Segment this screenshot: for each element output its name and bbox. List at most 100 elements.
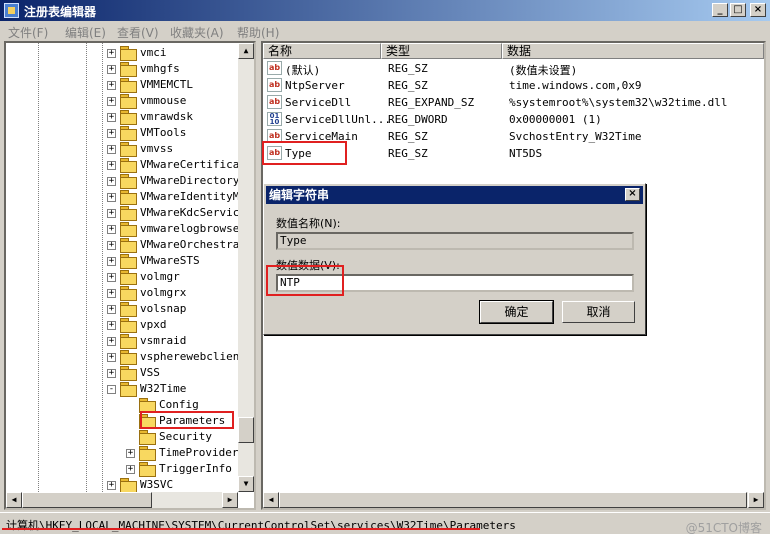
registry-tree[interactable]: + vmci + vmhgfs + VMMEMCTL + vmmouse + vmrawdsk + V… xyxy=(4,41,256,510)
scroll-up-arrow-icon[interactable]: ▲ xyxy=(238,43,254,59)
folder-icon xyxy=(120,142,137,157)
edit-string-dialog: 编辑字符串 × 数值名称(N): Type 数值数据(V): NTP 确定 取消 xyxy=(263,183,646,335)
expand-icon[interactable]: + xyxy=(126,465,135,474)
scroll-thumb[interactable] xyxy=(238,417,254,443)
expand-icon[interactable]: + xyxy=(107,241,116,250)
value-name-field: Type xyxy=(276,232,634,250)
expand-icon[interactable]: + xyxy=(107,129,116,138)
list-row[interactable]: 01 10 ServiceDllUnl... REG_DWORD 0x00000001… xyxy=(263,111,763,128)
folder-icon xyxy=(120,222,137,237)
tree-item-label: vpxd xyxy=(140,318,167,331)
column-header-data[interactable]: 数据 xyxy=(502,43,764,59)
tree-item-label: VSS xyxy=(140,366,160,379)
highlight-path-underline xyxy=(2,528,480,530)
cell-name: ServiceDllUnl... xyxy=(285,113,391,126)
expand-icon[interactable]: + xyxy=(107,81,116,90)
tree-item-label: W32Time xyxy=(140,382,187,395)
scroll-left-arrow-icon[interactable]: ◀ xyxy=(263,492,279,508)
folder-icon xyxy=(120,110,137,125)
minimize-button[interactable]: _ xyxy=(712,3,728,17)
expand-icon[interactable]: + xyxy=(107,177,116,186)
cell-type: REG_SZ xyxy=(388,130,428,143)
tree-item-label: vmwarelogbrowser xyxy=(140,222,246,235)
tree-item-label: VMwareDirectoryS xyxy=(140,174,246,187)
expand-icon[interactable]: + xyxy=(107,257,116,266)
column-header-type[interactable]: 类型 xyxy=(381,43,502,59)
ok-button[interactable]: 确定 xyxy=(479,300,554,324)
expand-icon[interactable]: + xyxy=(107,305,116,314)
tree-item-label: vmvss xyxy=(140,142,174,155)
folder-icon xyxy=(120,254,137,269)
tree-item-label: vmrawdsk xyxy=(140,110,193,123)
expand-icon[interactable]: + xyxy=(107,193,116,202)
maximize-button[interactable]: □ xyxy=(730,3,746,17)
cell-name: NtpServer xyxy=(285,79,345,92)
tree-item-label: TimeProviders xyxy=(159,446,246,459)
scroll-thumb[interactable] xyxy=(279,492,747,508)
folder-icon xyxy=(120,78,137,93)
expand-icon[interactable]: + xyxy=(107,337,116,346)
expand-icon[interactable]: + xyxy=(107,225,116,234)
menu-edit[interactable]: 编辑(E) xyxy=(65,24,106,41)
tree-item-label: VMwareOrchestrat xyxy=(140,238,246,251)
expand-icon[interactable]: + xyxy=(107,321,116,330)
tree-item-label: Security xyxy=(159,430,212,443)
expand-icon[interactable]: + xyxy=(107,49,116,58)
folder-icon xyxy=(120,190,137,205)
tree-guide-line xyxy=(102,43,103,492)
dialog-close-button[interactable]: × xyxy=(625,188,640,201)
cancel-button[interactable]: 取消 xyxy=(562,301,635,323)
cell-name: ServiceDll xyxy=(285,96,352,109)
column-header-name[interactable]: 名称 xyxy=(263,43,381,59)
scroll-right-arrow-icon[interactable]: ▶ xyxy=(748,492,764,508)
list-horizontal-scrollbar[interactable]: ◀ ▶ xyxy=(263,492,764,508)
folder-icon xyxy=(139,398,156,413)
tree-vertical-scrollbar[interactable]: ▲ ▼ xyxy=(238,43,254,492)
highlight-type-value xyxy=(262,141,347,165)
scroll-left-arrow-icon[interactable]: ◀ xyxy=(6,492,22,508)
folder-icon xyxy=(120,270,137,285)
collapse-icon[interactable]: - xyxy=(107,385,116,394)
menu-help[interactable]: 帮助(H) xyxy=(237,24,279,41)
expand-icon[interactable]: + xyxy=(107,209,116,218)
cell-type: REG_DWORD xyxy=(388,113,448,126)
cell-type: REG_SZ xyxy=(388,147,428,160)
cell-type: REG_EXPAND_SZ xyxy=(388,96,475,109)
folder-icon xyxy=(139,430,156,445)
folder-icon xyxy=(120,62,137,77)
expand-icon[interactable]: + xyxy=(107,369,116,378)
title-bar: 注册表编辑器 _ □ × xyxy=(0,0,770,21)
tree-item-label: VMwareSTS xyxy=(140,254,200,267)
folder-icon xyxy=(120,238,137,253)
scroll-down-arrow-icon[interactable]: ▼ xyxy=(238,476,254,492)
expand-icon[interactable]: + xyxy=(107,65,116,74)
list-row[interactable]: ab (默认) REG_SZ (数值未设置) xyxy=(263,60,763,77)
expand-icon[interactable]: + xyxy=(107,97,116,106)
folder-icon xyxy=(120,94,137,109)
status-bar: 计算机\HKEY_LOCAL_MACHINE\SYSTEM\CurrentCon… xyxy=(0,512,770,534)
expand-icon[interactable]: + xyxy=(126,449,135,458)
tree-item-label: vmmouse xyxy=(140,94,187,107)
folder-icon xyxy=(120,206,137,221)
expand-icon[interactable]: + xyxy=(107,273,116,282)
menu-favorites[interactable]: 收藏夹(A) xyxy=(170,24,224,41)
expand-icon[interactable]: + xyxy=(107,481,116,490)
list-row[interactable]: ab NtpServer REG_SZ time.windows.com,0x9 xyxy=(263,77,763,94)
scroll-right-arrow-icon[interactable]: ▶ xyxy=(222,492,238,508)
expand-icon[interactable]: + xyxy=(107,289,116,298)
expand-icon[interactable]: + xyxy=(107,113,116,122)
expand-icon[interactable]: + xyxy=(107,353,116,362)
folder-icon xyxy=(139,446,156,461)
tree-item-label: VMwareIdentityMg xyxy=(140,190,246,203)
dialog-title-bar: 编辑字符串 × xyxy=(266,186,643,204)
list-row[interactable]: ab ServiceDll REG_EXPAND_SZ %systemroot%\sy… xyxy=(263,94,763,111)
menu-file[interactable]: 文件(F) xyxy=(8,24,48,41)
value-name-label: 数值名称(N): xyxy=(276,217,341,230)
expand-icon[interactable]: + xyxy=(107,161,116,170)
close-button[interactable]: × xyxy=(750,3,766,17)
tree-horizontal-scrollbar[interactable]: ◀ ▶ xyxy=(6,492,238,508)
scroll-thumb[interactable] xyxy=(22,492,152,508)
menu-view[interactable]: 查看(V) xyxy=(117,24,159,41)
expand-icon[interactable]: + xyxy=(107,145,116,154)
window-title: 注册表编辑器 xyxy=(24,5,97,19)
